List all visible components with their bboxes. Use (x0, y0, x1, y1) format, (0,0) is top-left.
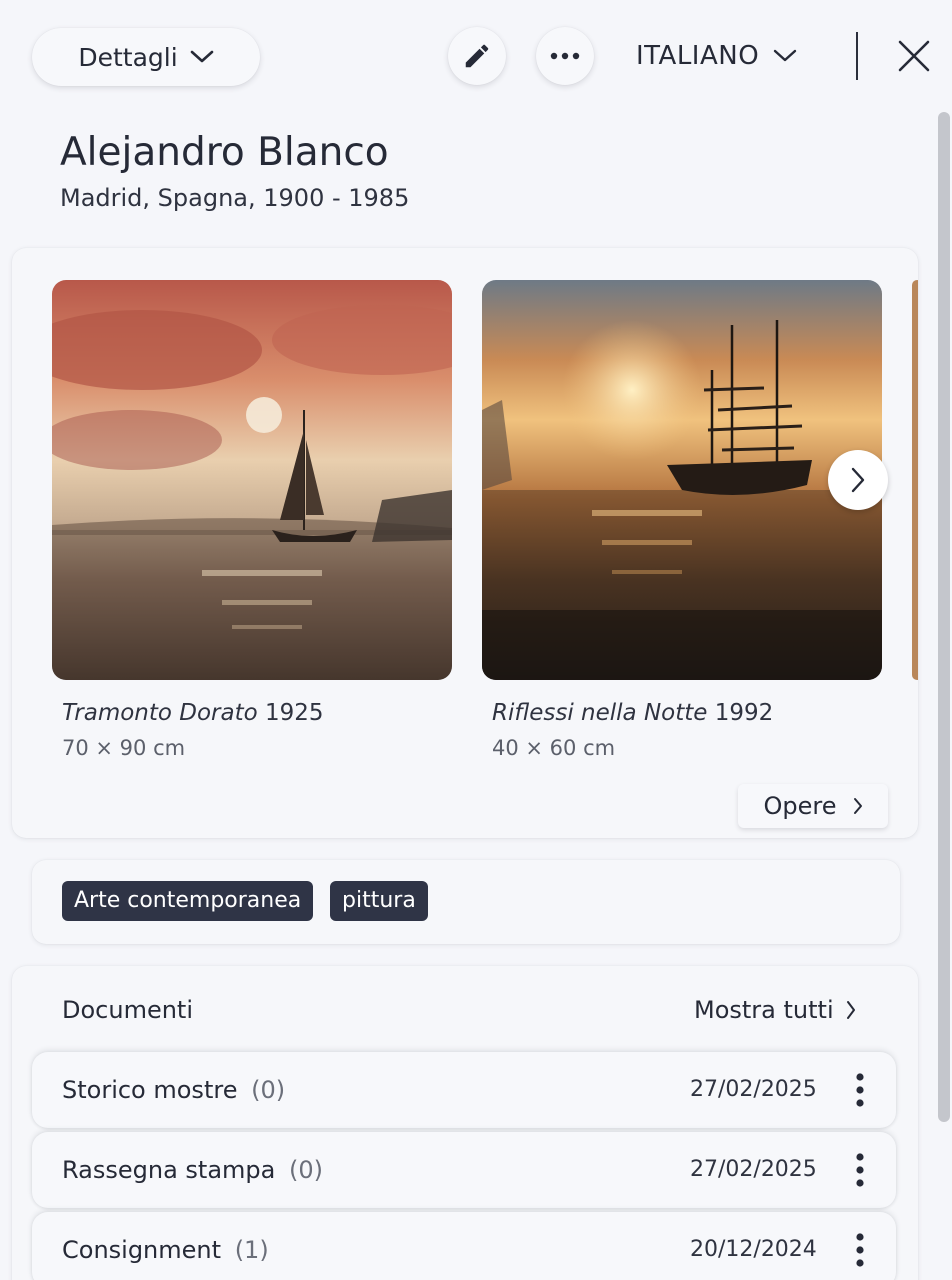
document-name: Storico mostre (0) (62, 1076, 285, 1104)
language-label: ITALIANO (636, 41, 760, 71)
documents-title: Documenti (62, 996, 194, 1024)
scrollbar-thumb[interactable] (938, 112, 950, 1122)
show-all-link[interactable]: Mostra tutti (694, 996, 856, 1024)
document-row[interactable]: Rassegna stampa (0) 27/02/2025 (32, 1132, 896, 1208)
artwork-size: 70 × 90 cm (62, 736, 186, 760)
artist-origin: Madrid, Spagna, 1900 - 1985 (60, 184, 410, 212)
chevron-right-icon (851, 467, 865, 493)
document-date: 20/12/2024 (690, 1237, 817, 1262)
document-name-label: Rassegna stampa (62, 1156, 276, 1184)
top-bar: Dettagli ITALIANO (0, 0, 952, 112)
artworks-card: Tramonto Dorato 1925 70 × 90 cm Riflessi… (12, 248, 918, 838)
language-dropdown[interactable]: ITALIANO (636, 36, 797, 76)
document-row[interactable]: Consignment (1) 20/12/2024 (32, 1212, 896, 1280)
document-name: Consignment (1) (62, 1236, 269, 1264)
toolbar-divider (856, 32, 858, 80)
artwork-caption: Tramonto Dorato 1925 (62, 700, 324, 726)
carousel-next-button[interactable] (828, 450, 888, 510)
more-vertical-icon[interactable] (850, 1152, 870, 1188)
details-dropdown-label: Dettagli (78, 42, 178, 72)
artist-name: Alejandro Blanco (60, 130, 389, 175)
artwork-year: 1925 (265, 700, 324, 726)
artwork-year: 1992 (714, 700, 774, 726)
works-link-button[interactable]: Opere (738, 784, 888, 828)
artwork-image[interactable] (52, 280, 452, 680)
document-name-label: Storico mostre (62, 1076, 238, 1104)
details-dropdown-button[interactable]: Dettagli (32, 28, 260, 86)
pencil-icon (465, 44, 489, 68)
document-count: (0) (289, 1156, 323, 1184)
more-options-button[interactable] (536, 27, 594, 85)
close-button[interactable] (894, 36, 934, 76)
chevron-right-icon (846, 1001, 855, 1019)
edit-button[interactable] (448, 27, 506, 85)
show-all-label: Mostra tutti (694, 996, 834, 1024)
chevron-down-icon (773, 49, 797, 62)
artwork-caption: Riflessi nella Notte 1992 (492, 700, 773, 726)
chevron-right-icon (853, 798, 862, 814)
document-row[interactable]: Storico mostre (0) 27/02/2025 (32, 1052, 896, 1128)
chevron-down-icon (190, 50, 213, 63)
artwork-title: Riflessi nella Notte (492, 700, 708, 726)
artwork-title: Tramonto Dorato (62, 700, 258, 726)
document-count: (1) (234, 1236, 269, 1264)
artwork-size: 40 × 60 cm (492, 736, 616, 760)
artwork-image[interactable] (482, 280, 882, 680)
document-date: 27/02/2025 (690, 1157, 817, 1182)
document-date: 27/02/2025 (690, 1077, 817, 1102)
works-link-label: Opere (763, 792, 837, 820)
close-icon (898, 40, 930, 72)
documents-card: Documenti Mostra tutti Storico mostre (0… (12, 966, 918, 1280)
document-name-label: Consignment (62, 1236, 222, 1264)
more-horizontal-icon (550, 52, 580, 60)
tag-chip[interactable]: Arte contemporanea (62, 881, 314, 921)
tags-card: Arte contemporanea pittura (32, 860, 900, 944)
more-vertical-icon[interactable] (850, 1072, 870, 1108)
artwork-image-partial[interactable] (912, 280, 918, 680)
more-vertical-icon[interactable] (850, 1232, 870, 1268)
tag-chip[interactable]: pittura (330, 881, 428, 921)
document-name: Rassegna stampa (0) (62, 1156, 323, 1184)
document-count: (0) (251, 1076, 286, 1104)
